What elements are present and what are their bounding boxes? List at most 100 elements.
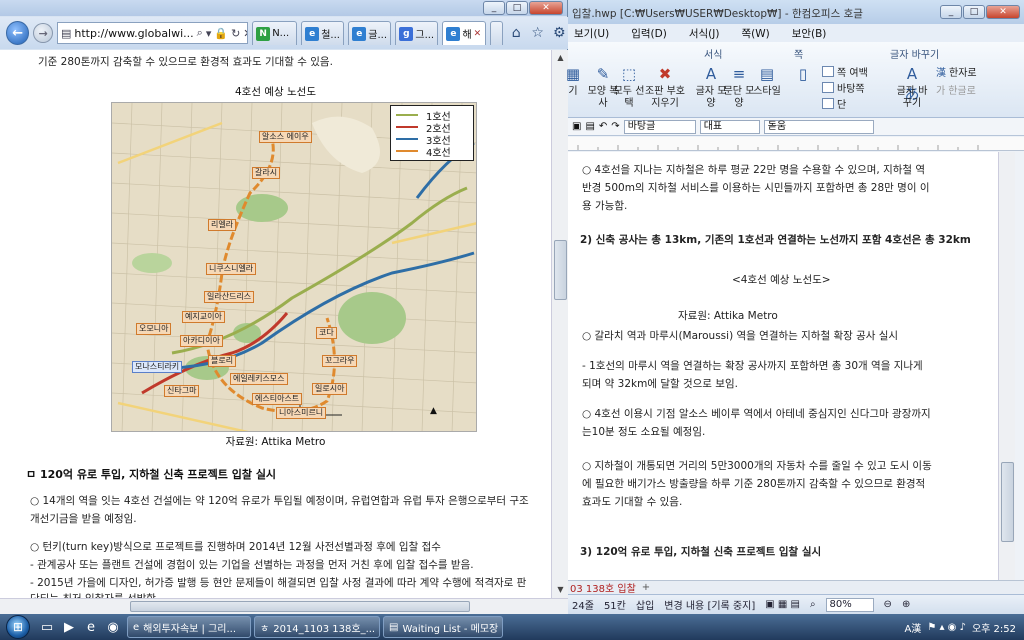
legend-label: 4호선 [426, 147, 451, 159]
taskbar-item-label: 2014_1103 138호_... [273, 623, 376, 635]
chrome-icon[interactable]: ◉ [102, 616, 124, 638]
status-bar: 24줄 51칸 삽입 변경 내용 [기록 중지] ▣ ▦ ▤ ⌕ 80% ⊖ ⊕ [568, 594, 1024, 614]
menu-item[interactable]: 입력(D) [631, 26, 667, 41]
address-bar[interactable]: ▤ http://www.globalwi... ⌕ ▾ 🔒 ↻ ✕ [56, 22, 249, 44]
document-tab[interactable]: 03 138호 입찰 [570, 580, 636, 595]
hwp-titlebar: 입찰.hwp [C:₩Users₩USER₩Desktop₩] - 한컴오피스 … [568, 0, 1024, 24]
view-mode-icon[interactable]: ▣ ▦ ▤ [765, 599, 800, 610]
media-player-icon[interactable]: ▶ [58, 616, 80, 638]
taskbar-item[interactable]: e 해외투자속보 | 그리... [127, 616, 251, 638]
explorer-icon[interactable]: ▭ [36, 616, 58, 638]
close-button[interactable]: ✕ [986, 5, 1020, 19]
search-icon[interactable]: ⌕ [197, 26, 203, 40]
menu-item[interactable]: 쪽(W) [741, 26, 769, 41]
menu-item[interactable]: 보안(B) [792, 26, 827, 41]
scroll-down-arrow[interactable]: ▼ [552, 582, 569, 598]
column-button[interactable]: 단 [822, 96, 846, 111]
minimize-button[interactable]: _ [483, 1, 505, 15]
favorites-star-icon[interactable]: ☆ [529, 24, 547, 42]
forward-button[interactable]: → [33, 23, 53, 43]
page-icon-button[interactable]: ▯ [790, 64, 816, 86]
ribbon-button-label: 글자 바꾸기 [896, 86, 928, 109]
insert-mode[interactable]: 삽입 [636, 597, 654, 612]
ribbon-button[interactable]: ▦ 기 [562, 64, 584, 98]
char-replace-button[interactable]: Aあ 글자 바꾸기 [894, 64, 930, 110]
station-label: 오모니아 [136, 323, 172, 335]
browser-tab-active[interactable]: e 해 ✕ [442, 21, 486, 45]
ribbon-button[interactable]: ▤ 스타일 [750, 64, 784, 98]
to-hangul-button[interactable]: 가 한글로 [936, 82, 976, 97]
taskbar-item[interactable]: ▤ Waiting List - 메모장 [383, 616, 503, 638]
master-page-button[interactable]: 바탕쪽 [822, 80, 865, 95]
clock[interactable]: 오후 2:52 [972, 620, 1016, 635]
new-tab-button[interactable] [489, 21, 504, 45]
start-button[interactable]: ⊞ [0, 614, 36, 640]
language-select[interactable]: 대표 [699, 119, 760, 134]
ribbon-button[interactable]: ✖ 조판 부호 지우기 [642, 64, 688, 110]
doc-line: 는10분 정도 소요될 예정임. [582, 426, 706, 438]
redo-icon[interactable]: ↷ [611, 121, 619, 132]
ribbon-button[interactable]: ⬚ 모두 선택 [612, 64, 646, 110]
preview-icon[interactable]: ▤ [585, 121, 594, 132]
ime-indicator[interactable]: A漢 [904, 620, 921, 635]
ie-icon: e [133, 621, 140, 633]
menu-item[interactable]: 서식(J) [689, 26, 720, 41]
tray-icons[interactable]: ⚑ ▴ ◉ ♪ [927, 622, 966, 633]
new-doc-tab-icon[interactable]: + [642, 582, 650, 593]
document-page[interactable]: ○ 4호선을 지나는 지하철은 하루 평균 22만 명을 수용할 수 있으며, … [568, 152, 998, 580]
tab-close-icon[interactable]: ✕ [474, 29, 482, 39]
browser-tab[interactable]: e 철... [301, 21, 345, 45]
station-label: 아카디이아 [180, 335, 223, 347]
vertical-scrollbar[interactable]: ▲ ▼ [551, 50, 568, 598]
print-icon[interactable]: ▣ [572, 121, 581, 132]
taskbar-item-label: Waiting List - 메모장 [402, 623, 499, 635]
ribbon-small-label: 단 [837, 100, 847, 111]
track-changes[interactable]: 변경 내용 [기록 중지] [664, 597, 755, 612]
scroll-thumb[interactable] [1001, 462, 1014, 542]
ie-icon[interactable]: e [80, 616, 102, 638]
paragraph-line: ○ 턴키(turn key)방식으로 프로젝트를 진행하며 2014년 12월 … [30, 541, 441, 553]
undo-icon[interactable]: ↶ [599, 121, 607, 132]
font-select[interactable]: 돋움 [763, 119, 874, 134]
scroll-thumb[interactable] [130, 601, 470, 612]
zoom-icon[interactable]: ⌕ [810, 599, 816, 610]
home-icon[interactable]: ⌂ [507, 24, 525, 42]
close-button[interactable]: ✕ [529, 1, 563, 15]
station-label: 꼬그라우 [322, 355, 358, 367]
taskbar-item[interactable]: ㅎ 2014_1103 138호_... [254, 616, 380, 638]
ribbon-button-label: 스타일 [753, 86, 781, 97]
to-hanja-button[interactable]: 漢 한자로 [936, 64, 977, 79]
ribbon-button-label: 모두 선택 [613, 86, 645, 109]
doc-line: 자료원: Attika Metro [678, 310, 778, 322]
stop-icon[interactable]: ✕ [243, 27, 247, 40]
tab-label: N... [272, 28, 290, 39]
tab-favicon: e [352, 26, 367, 41]
settings-gear-icon[interactable]: ⚙ [550, 24, 568, 42]
margin-button[interactable]: 쪽 여백 [822, 64, 868, 79]
browser-tab[interactable]: e 글... [348, 21, 392, 45]
maximize-button[interactable]: □ [963, 5, 985, 19]
document-tab-bar: 03 138호 입찰 + [568, 580, 1024, 595]
back-button[interactable]: ← [6, 21, 30, 45]
page-icon: ▤ [60, 26, 72, 40]
horizontal-scrollbar[interactable] [0, 598, 568, 614]
scroll-thumb[interactable] [554, 240, 567, 300]
station-label: 코다 [316, 327, 337, 339]
browser-titlebar: _ □ ✕ [0, 0, 567, 16]
zoom-out-icon[interactable]: ⊖ [884, 599, 892, 610]
vertical-scrollbar[interactable] [998, 152, 1015, 580]
word-processor-window: 입찰.hwp [C:₩Users₩USER₩Desktop₩] - 한컴오피스 … [566, 0, 1024, 614]
minimize-button[interactable]: _ [940, 5, 962, 19]
dropdown-icon[interactable]: ▾ [206, 27, 212, 40]
zoom-in-icon[interactable]: ⊕ [902, 599, 910, 610]
zoom-select[interactable]: 80% [825, 597, 874, 612]
browser-tab[interactable]: g 그... [395, 21, 439, 45]
station-label: 알소스 에이우 [259, 131, 312, 143]
map-caption: 4호선 예상 노선도 [235, 86, 316, 98]
refresh-icon[interactable]: ↻ [231, 27, 240, 40]
column-icon [822, 98, 834, 109]
browser-tab[interactable]: N N... [252, 21, 298, 45]
style-select[interactable]: 바탕글 [623, 119, 696, 134]
menu-item[interactable]: 보기(U) [574, 26, 609, 41]
maximize-button[interactable]: □ [506, 1, 528, 15]
